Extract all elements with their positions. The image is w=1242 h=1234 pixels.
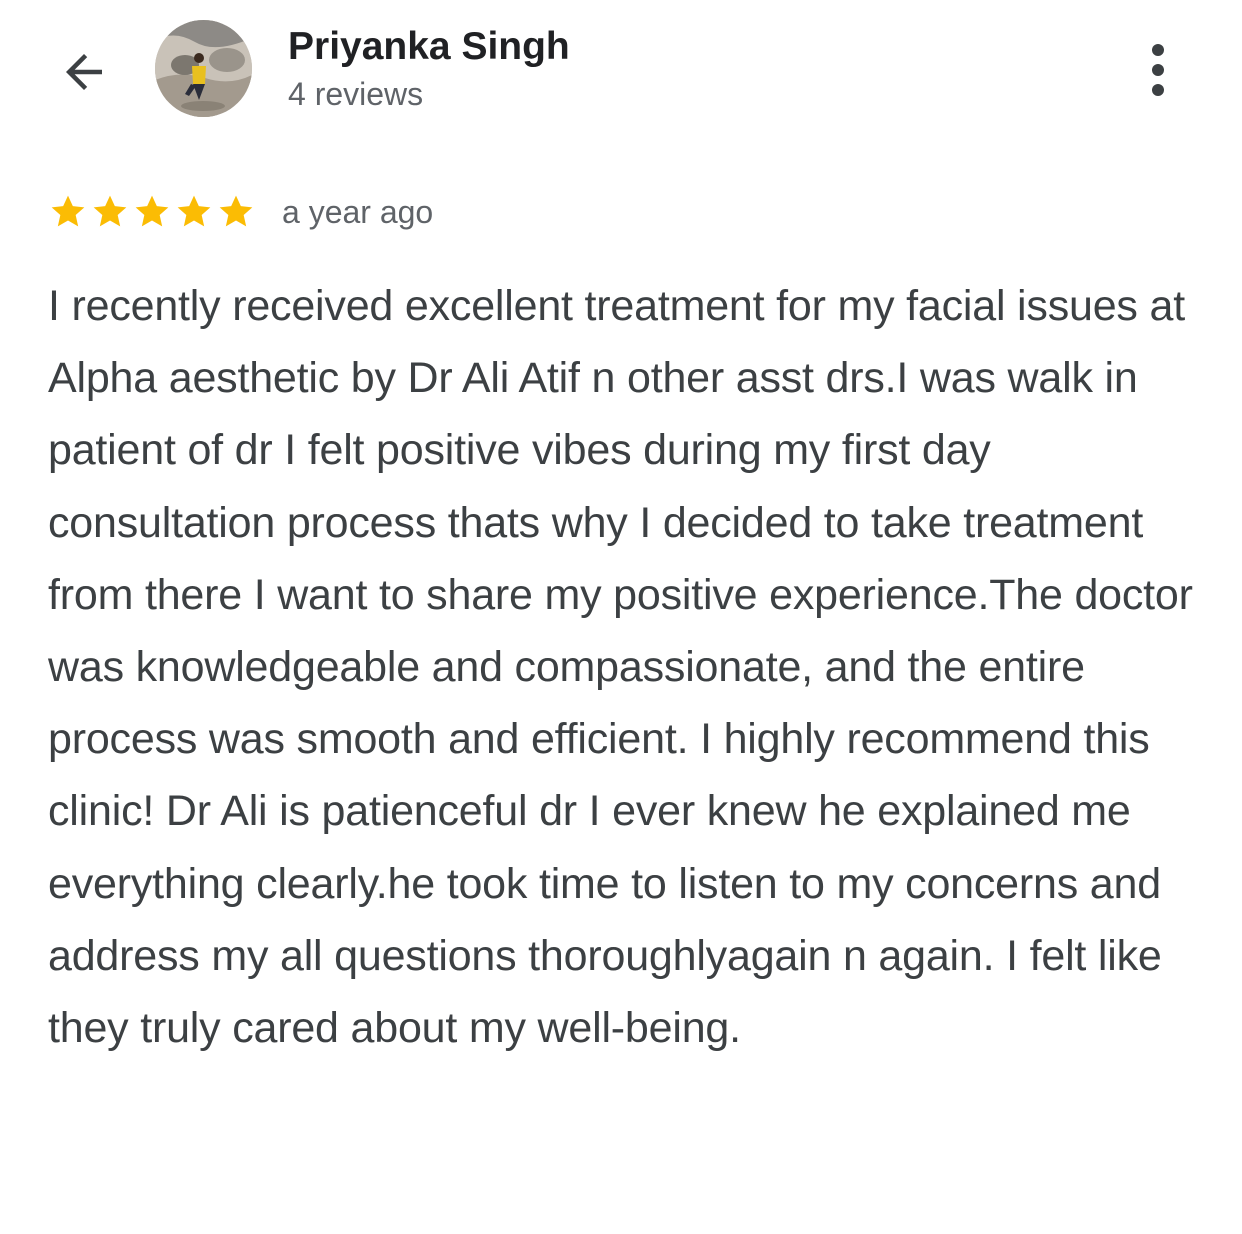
reviewer-review-count: 4 reviews xyxy=(288,76,424,112)
star-icon xyxy=(51,195,85,227)
more-vert-icon xyxy=(1152,64,1164,76)
star-icon xyxy=(135,195,169,227)
arrow-back-icon xyxy=(66,54,102,90)
more-options-button[interactable] xyxy=(1133,38,1183,102)
more-vert-icon xyxy=(1152,84,1164,96)
review-header: Priyanka Singh 4 reviews xyxy=(0,0,1242,140)
review-timestamp: a year ago xyxy=(282,194,434,230)
rating-row: a year ago xyxy=(48,188,433,236)
star-icon xyxy=(177,195,211,227)
more-vert-icon xyxy=(1152,44,1164,56)
back-button[interactable] xyxy=(52,40,116,104)
review-body: I recently received excellent treatment … xyxy=(48,282,1193,1053)
star-rating xyxy=(48,192,256,232)
avatar[interactable] xyxy=(155,20,252,117)
reviewer-name[interactable]: Priyanka Singh xyxy=(288,24,570,70)
star-icon xyxy=(219,195,253,227)
user-avatar xyxy=(155,20,252,117)
star-icon xyxy=(93,195,127,227)
